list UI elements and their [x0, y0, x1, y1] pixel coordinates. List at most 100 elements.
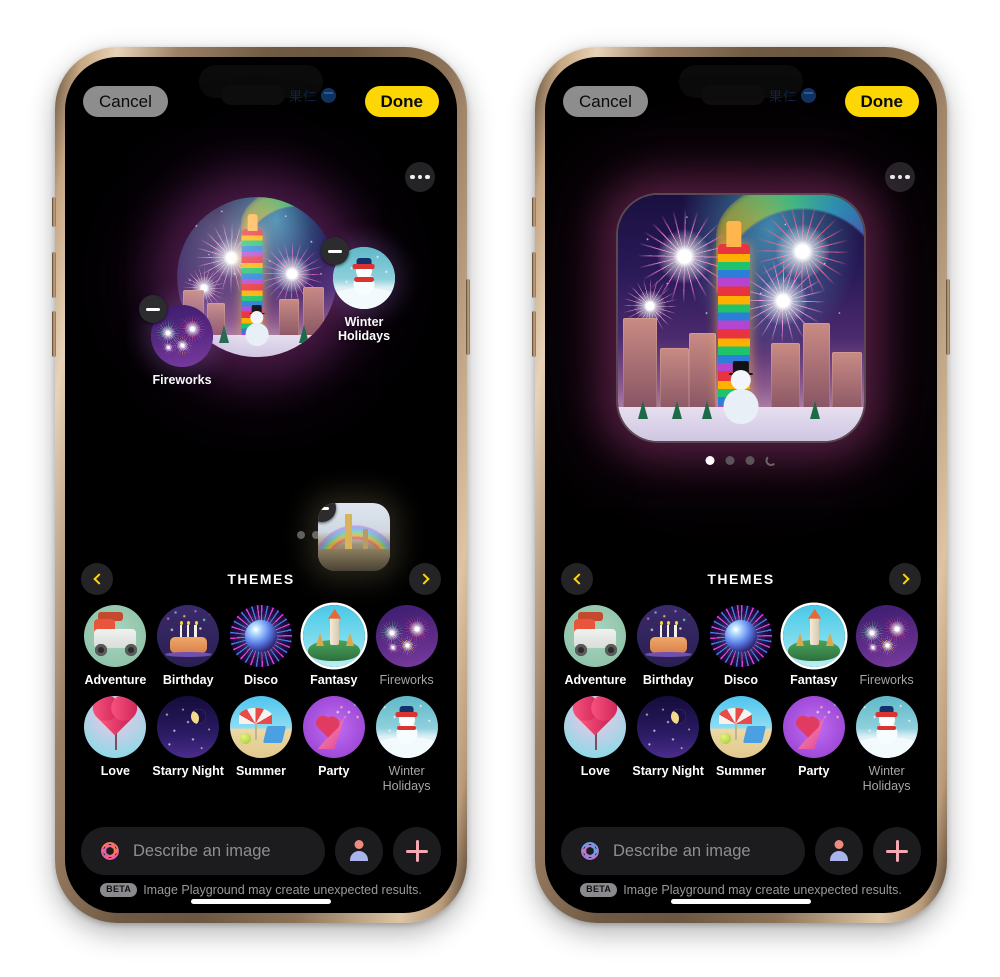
theme-party[interactable]: Party	[297, 695, 370, 794]
generated-image-preview[interactable]	[616, 193, 866, 466]
screen-left: 果仁 Cancel Done Fireworks Winter Holidays…	[65, 57, 457, 913]
theme-orb	[302, 605, 365, 667]
theme-orb	[84, 695, 147, 758]
chevron-right-icon[interactable]	[409, 563, 441, 595]
theme-orb	[375, 605, 438, 667]
theme-winter-holidays[interactable]: Winter Holidays	[850, 695, 923, 794]
person-icon-button[interactable]	[335, 827, 383, 875]
done-button[interactable]: Done	[364, 85, 439, 117]
theme-label: Birthday	[642, 673, 694, 687]
theme-label: Party	[318, 763, 350, 778]
cancel-button[interactable]: Cancel	[563, 85, 648, 117]
home-indicator[interactable]	[671, 899, 811, 904]
dot	[905, 174, 910, 180]
add-button[interactable]	[873, 827, 921, 875]
theme-love[interactable]: Love	[79, 695, 152, 794]
ellipsis-icon[interactable]	[885, 162, 915, 192]
theme-label: Disco	[723, 673, 759, 687]
ellipsis-icon[interactable]	[405, 162, 435, 192]
theme-birthday[interactable]: Birthday	[632, 605, 705, 688]
home-indicator[interactable]	[191, 899, 331, 904]
theme-label: Love	[580, 763, 610, 778]
theme-fireworks[interactable]: Fireworks	[850, 605, 923, 688]
theme-adventure[interactable]: Adventure	[559, 605, 632, 688]
mute-switch[interactable]	[52, 197, 56, 227]
mute-switch[interactable]	[532, 197, 536, 227]
concept-chip-fireworks[interactable]: Fireworks	[139, 295, 220, 387]
themes-grid: Adventure Birthday Disco Fantasy Firewor…	[545, 601, 937, 793]
loading-spinner-icon	[765, 455, 777, 466]
concept-chip-winter-holidays[interactable]: Winter Holidays	[321, 237, 402, 344]
theme-fantasy[interactable]: Fantasy	[297, 605, 370, 688]
hero-image[interactable]	[616, 193, 866, 443]
theme-winter-holidays[interactable]: Winter Holidays	[370, 695, 443, 794]
bottom-bar-left: Describe an image BETA Image Playground …	[65, 821, 457, 913]
dot	[410, 174, 415, 180]
power-button[interactable]	[466, 279, 470, 355]
phone-right: 果仁 Cancel Done THEMES Adventure Birthday…	[532, 47, 950, 923]
theme-orb	[229, 695, 292, 758]
concept-label-line2: Holidays	[337, 329, 391, 344]
theme-label: Starry Night	[632, 763, 704, 778]
theme-orb	[637, 605, 700, 667]
beta-badge: BETA	[100, 883, 138, 897]
theme-label: Fantasy	[310, 673, 358, 687]
theme-orb	[564, 695, 627, 758]
theme-orb	[157, 695, 220, 758]
describe-input-wrapper[interactable]: Describe an image	[81, 827, 325, 875]
theme-orb	[564, 605, 627, 667]
volume-down-button[interactable]	[52, 311, 56, 357]
theme-fireworks[interactable]: Fireworks	[370, 605, 443, 688]
plus-icon	[406, 840, 428, 862]
page-indicator[interactable]	[705, 455, 777, 466]
theme-birthday[interactable]: Birthday	[152, 605, 225, 688]
theme-label: Party	[798, 763, 830, 778]
page-dot-active[interactable]	[705, 456, 715, 465]
volume-down-button[interactable]	[532, 311, 536, 357]
theme-orb	[637, 695, 700, 758]
theme-fantasy[interactable]: Fantasy	[777, 605, 850, 688]
dot	[890, 174, 895, 180]
theme-party[interactable]: Party	[777, 695, 850, 794]
concept-canvas[interactable]: Fireworks Winter Holidays	[65, 121, 457, 591]
power-button[interactable]	[946, 279, 950, 355]
theme-label: Winter Holidays	[862, 763, 911, 793]
themes-title: THEMES	[707, 571, 775, 587]
disclaimer-row: BETA Image Playground may create unexpec…	[545, 883, 937, 897]
volume-up-button[interactable]	[532, 252, 536, 298]
remove-concept-icon[interactable]	[139, 295, 167, 323]
describe-input-wrapper[interactable]: Describe an image	[561, 827, 805, 875]
chevron-right-icon[interactable]	[889, 563, 921, 595]
add-button[interactable]	[393, 827, 441, 875]
theme-starry-night[interactable]: Starry Night	[152, 695, 225, 794]
person-icon-button[interactable]	[815, 827, 863, 875]
describe-placeholder: Describe an image	[133, 841, 271, 860]
theme-label: Fantasy	[790, 673, 838, 687]
cancel-button[interactable]: Cancel	[83, 85, 168, 117]
describe-placeholder: Describe an image	[613, 841, 751, 860]
themes-title: THEMES	[227, 571, 295, 587]
theme-summer[interactable]: Summer	[705, 695, 778, 794]
themes-section-right: THEMES Adventure Birthday Disco Fantasy …	[545, 557, 937, 821]
theme-label: Summer	[235, 763, 286, 778]
theme-disco[interactable]: Disco	[705, 605, 778, 688]
theme-summer[interactable]: Summer	[225, 695, 298, 794]
plus-icon	[886, 840, 908, 862]
chevron-left-icon[interactable]	[561, 563, 593, 595]
chevron-left-icon[interactable]	[81, 563, 113, 595]
person-icon	[828, 840, 850, 862]
page-dot[interactable]	[745, 456, 755, 465]
done-button[interactable]: Done	[844, 85, 919, 117]
person-icon	[348, 840, 370, 862]
volume-up-button[interactable]	[52, 252, 56, 298]
theme-love[interactable]: Love	[559, 695, 632, 794]
theme-orb	[782, 605, 845, 667]
dot	[425, 174, 430, 180]
theme-starry-night[interactable]: Starry Night	[632, 695, 705, 794]
page-dot[interactable]	[725, 456, 735, 465]
theme-adventure[interactable]: Adventure	[79, 605, 152, 688]
themes-grid: Adventure Birthday Disco Fantasy Firewor…	[65, 601, 457, 793]
theme-disco[interactable]: Disco	[225, 605, 298, 688]
remove-concept-icon[interactable]	[321, 237, 349, 265]
dot	[897, 174, 903, 180]
